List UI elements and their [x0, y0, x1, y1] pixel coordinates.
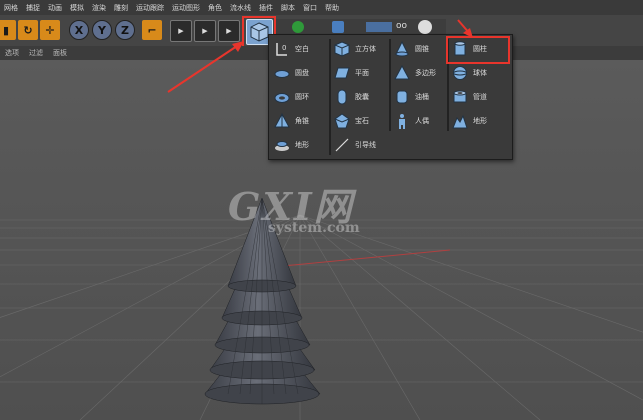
menu-item[interactable]: 网格 [0, 3, 22, 13]
palette-item-cube[interactable]: 立方体 [333, 39, 376, 59]
palette-item-landscape[interactable]: 地形 [273, 135, 309, 155]
palette-item-relief[interactable]: 地形 [451, 111, 487, 131]
y-axis-lock-button[interactable]: Y [92, 20, 112, 40]
svg-text:0: 0 [282, 44, 286, 52]
disc-icon [273, 65, 290, 82]
menu-item[interactable]: 渲染 [88, 3, 110, 13]
menu-item[interactable]: 动画 [44, 3, 66, 13]
palette-item-oiltank[interactable]: 油桶 [393, 87, 429, 107]
palette-item-torus[interactable]: 圆环 [273, 87, 309, 107]
x-axis-lock-button[interactable]: X [69, 20, 89, 40]
palette-item-pyramid[interactable]: 角锥 [273, 111, 309, 131]
menu-item[interactable]: 流水线 [226, 3, 255, 13]
watermark-domain: system.com [268, 220, 360, 236]
palette-item-plane[interactable]: 平面 [333, 63, 369, 83]
generator-icon[interactable] [292, 21, 304, 33]
cone-icon [393, 41, 410, 58]
scale-tool-icon[interactable]: ✛ [40, 20, 60, 40]
camera-icon[interactable]: oo [396, 21, 408, 33]
guide-line-icon [333, 137, 350, 154]
palette-item-null[interactable]: 0 空白 [273, 39, 309, 59]
palette-separator [389, 39, 391, 131]
scene-icon[interactable] [366, 22, 392, 32]
palette-item-figure[interactable]: 人偶 [393, 111, 429, 131]
oil-tank-icon [393, 89, 410, 106]
palette-item-tube[interactable]: 管道 [451, 87, 487, 107]
deformer-icon[interactable] [332, 21, 344, 33]
palette-item-capsule[interactable]: 胶囊 [333, 87, 369, 107]
figure-icon [393, 113, 410, 130]
menu-item[interactable]: 角色 [204, 3, 226, 13]
coordinate-system-icon[interactable]: ⌐ [142, 20, 162, 40]
z-axis-lock-button[interactable]: Z [115, 20, 135, 40]
tube-icon [451, 89, 468, 106]
palette-item-cone[interactable]: 圆锥 [393, 39, 429, 59]
palette-item-polygon[interactable]: 多边形 [393, 63, 436, 83]
palette-item-sphere[interactable]: 球体 [451, 63, 487, 83]
menu-item[interactable]: 捕捉 [22, 3, 44, 13]
landscape-icon [273, 137, 290, 154]
torus-icon [273, 89, 290, 106]
menu-item[interactable]: 运动图形 [168, 3, 204, 13]
polygon-icon [393, 65, 410, 82]
pyramid-icon [273, 113, 290, 130]
palette-item-guide[interactable]: 引导线 [333, 135, 376, 155]
cylinder-item-highlight [446, 36, 510, 64]
menu-item[interactable]: 雕刻 [110, 3, 132, 13]
viewport-menu-filter[interactable]: 过滤 [24, 48, 48, 58]
palette-item-gem[interactable]: 宝石 [333, 111, 369, 131]
relief-icon [451, 113, 468, 130]
palette-separator [329, 39, 331, 155]
sphere-icon [451, 65, 468, 82]
null-object-icon: 0 [273, 41, 290, 58]
menu-item[interactable]: 脚本 [277, 3, 299, 13]
render-to-picture-viewer-icon[interactable]: ▶ [194, 20, 216, 42]
render-settings-icon[interactable]: ▶ [218, 20, 240, 42]
cube-icon [333, 41, 350, 58]
rotate-tool-icon[interactable]: ↻ [18, 20, 38, 40]
viewport-menu-panel[interactable]: 面板 [48, 48, 72, 58]
menu-item[interactable]: 帮助 [321, 3, 343, 13]
menu-item[interactable]: 模拟 [66, 3, 88, 13]
viewport-menu-options[interactable]: 选项 [0, 48, 24, 58]
render-view-icon[interactable]: ▶ [170, 20, 192, 42]
menu-item[interactable]: 插件 [255, 3, 277, 13]
gem-icon [333, 113, 350, 130]
render-active-icon[interactable]: ▮ [0, 20, 16, 40]
light-icon[interactable] [418, 20, 432, 34]
palette-item-disc[interactable]: 圆盘 [273, 63, 309, 83]
menu-item[interactable]: 运动跟踪 [132, 3, 168, 13]
menu-bar: 网格 捕捉 动画 模拟 渲染 雕刻 运动跟踪 运动图形 角色 流水线 插件 脚本 窗口 帮助 [0, 0, 643, 15]
plane-icon [333, 65, 350, 82]
capsule-icon [333, 89, 350, 106]
menu-item[interactable]: 窗口 [299, 3, 321, 13]
